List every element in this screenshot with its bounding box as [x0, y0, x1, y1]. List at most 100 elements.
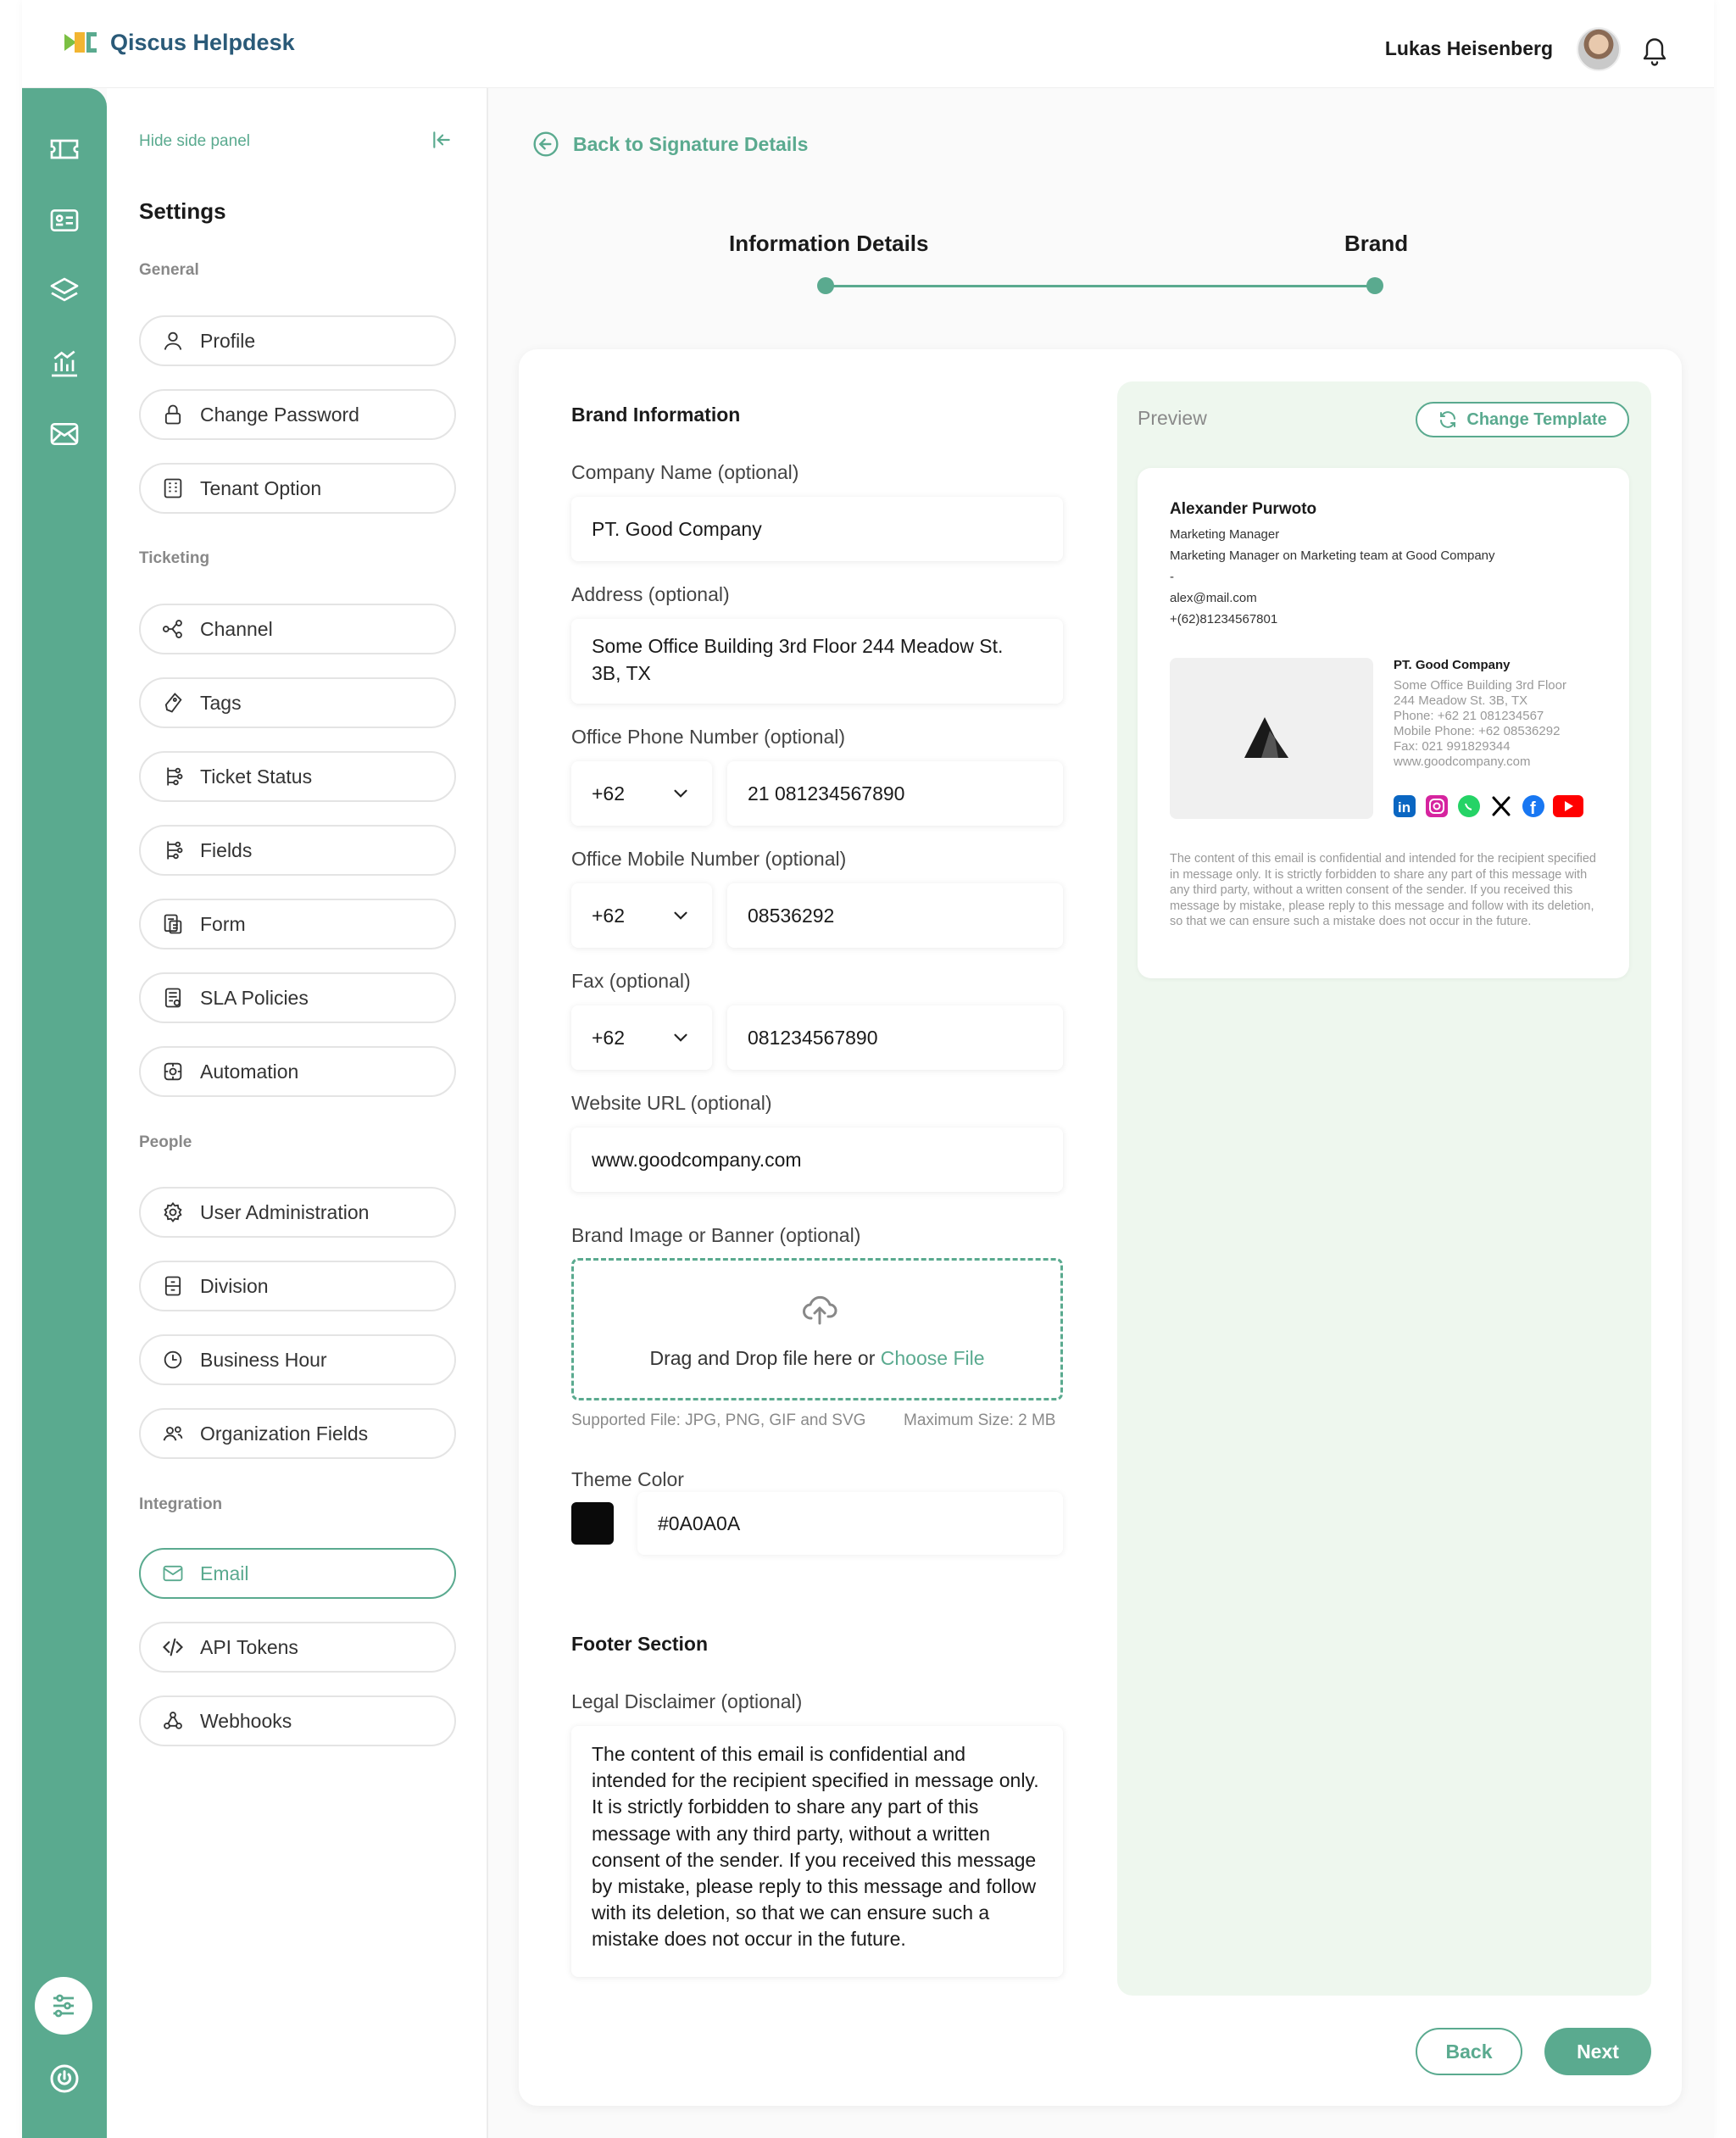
website-label: Website URL (optional)	[571, 1092, 772, 1114]
menu-item-webhooks[interactable]: Webhooks	[139, 1695, 456, 1746]
menu-label: Profile	[200, 329, 256, 352]
signature-phone: +(62)81234567801	[1170, 612, 1278, 626]
building-icon	[161, 476, 185, 500]
chevron-down-icon	[670, 905, 692, 927]
company-name-field[interactable]: PT. Good Company	[571, 497, 1063, 561]
chevron-down-icon	[670, 782, 692, 805]
ticket-icon[interactable]	[47, 132, 81, 166]
instagram-icon[interactable]	[1426, 795, 1448, 817]
supported-files-hint: Supported File: JPG, PNG, GIF and SVG	[571, 1411, 866, 1429]
avatar[interactable]	[1577, 27, 1621, 71]
country-code: +62	[592, 782, 626, 805]
brand-image-placeholder	[1170, 658, 1373, 819]
menu-item-fields[interactable]: Fields	[139, 825, 456, 876]
menu-item-user-administration[interactable]: User Administration	[139, 1187, 456, 1238]
next-button[interactable]: Next	[1544, 2028, 1651, 2075]
change-template-button[interactable]: Change Template	[1416, 402, 1629, 437]
menu-label: Channel	[200, 617, 273, 640]
office-mobile-field[interactable]: 08536292	[727, 883, 1063, 948]
menu-item-profile[interactable]: Profile	[139, 315, 456, 366]
menu-item-division[interactable]: Division	[139, 1261, 456, 1311]
brand-image-dropzone[interactable]: Drag and Drop file here or Choose File	[571, 1258, 1063, 1400]
linkedin-icon[interactable]: in	[1394, 795, 1416, 817]
office-phone-country-select[interactable]: +62	[571, 761, 712, 826]
address-field[interactable]: Some Office Building 3rd Floor 244 Meado…	[571, 619, 1063, 704]
settings-title: Settings	[139, 198, 226, 224]
x-icon[interactable]	[1490, 795, 1512, 817]
section-people: People	[139, 1133, 192, 1151]
signature-name: Alexander Purwoto	[1170, 500, 1317, 518]
company-name-label: Company Name (optional)	[571, 461, 799, 483]
analytics-icon[interactable]	[47, 346, 81, 380]
layers-icon[interactable]	[47, 275, 81, 309]
svg-text:f: f	[1530, 799, 1536, 817]
brand-name: Qiscus Helpdesk	[110, 29, 295, 55]
brand-information-title: Brand Information	[571, 404, 741, 426]
youtube-icon[interactable]	[1553, 795, 1583, 817]
menu-item-api-tokens[interactable]: API Tokens	[139, 1622, 456, 1673]
qiscus-logo-icon	[64, 29, 98, 56]
cloud-upload-icon	[799, 1289, 840, 1330]
users-icon	[161, 1422, 185, 1445]
fax-country-select[interactable]: +62	[571, 1005, 712, 1070]
max-size-hint: Maximum Size: 2 MB	[904, 1411, 1056, 1429]
signature-company-details: Some Office Building 3rd Floor 244 Meado…	[1394, 678, 1566, 769]
office-phone-label: Office Phone Number (optional)	[571, 726, 846, 748]
fax-field[interactable]: 081234567890	[727, 1005, 1063, 1070]
hide-side-panel-link[interactable]: Hide side panel	[139, 132, 250, 151]
menu-item-automation[interactable]: Automation	[139, 1046, 456, 1097]
menu-item-email[interactable]: Email	[139, 1548, 456, 1599]
office-phone-field[interactable]: 21 081234567890	[727, 761, 1063, 826]
section-integration: Integration	[139, 1495, 223, 1513]
menu-item-organization-fields[interactable]: Organization Fields	[139, 1408, 456, 1459]
menu-label: Automation	[200, 1060, 299, 1083]
signature-disclaimer: The content of this email is confidentia…	[1170, 852, 1596, 928]
office-mobile-label: Office Mobile Number (optional)	[571, 848, 847, 870]
brand[interactable]: Qiscus Helpdesk	[64, 29, 295, 56]
icon-rail	[22, 88, 107, 2138]
back-button[interactable]: Back	[1416, 2028, 1522, 2075]
step-brand[interactable]: Brand	[1344, 231, 1408, 257]
collapse-panel-icon[interactable]	[431, 129, 453, 151]
theme-color-field[interactable]: #0A0A0A	[637, 1492, 1063, 1555]
settings-sliders-icon[interactable]	[35, 1977, 92, 2035]
user-name[interactable]: Lukas Heisenberg	[1385, 37, 1553, 60]
contact-card-icon[interactable]	[47, 203, 81, 237]
form-icon	[161, 912, 185, 936]
menu-label: Division	[200, 1274, 269, 1297]
fields-icon	[161, 838, 185, 862]
step-dot-1	[817, 277, 834, 294]
menu-label: SLA Policies	[200, 986, 309, 1009]
menu-label: Email	[200, 1562, 249, 1584]
bell-icon[interactable]	[1639, 34, 1670, 68]
country-code: +62	[592, 904, 626, 927]
step-information-details[interactable]: Information Details	[729, 231, 928, 257]
back-to-signature-details-link[interactable]: Back to Signature Details	[532, 131, 808, 158]
menu-item-tenant-option[interactable]: Tenant Option	[139, 463, 456, 514]
email-icon[interactable]	[47, 417, 81, 451]
whatsapp-icon[interactable]	[1458, 795, 1480, 817]
theme-color-swatch[interactable]	[571, 1502, 614, 1545]
menu-item-business-hour[interactable]: Business Hour	[139, 1334, 456, 1385]
website-field[interactable]: www.goodcompany.com	[571, 1127, 1063, 1192]
menu-label: Business Hour	[200, 1348, 327, 1371]
power-icon[interactable]	[47, 2062, 81, 2096]
country-code: +62	[592, 1026, 626, 1049]
facebook-icon[interactable]: f	[1522, 795, 1544, 817]
choose-file-link[interactable]: Choose File	[881, 1347, 985, 1369]
division-icon	[161, 1274, 185, 1298]
signature-email: alex@mail.com	[1170, 591, 1257, 605]
menu-item-tags[interactable]: Tags	[139, 677, 456, 728]
menu-item-channel[interactable]: Channel	[139, 604, 456, 654]
office-mobile-country-select[interactable]: +62	[571, 883, 712, 948]
menu-item-ticket-status[interactable]: Ticket Status	[139, 751, 456, 802]
step-dot-2	[1366, 277, 1383, 294]
signature-subtitle: Marketing Manager on Marketing team at G…	[1170, 548, 1495, 563]
tag-icon	[161, 691, 185, 715]
arrow-left-circle-icon	[532, 131, 559, 158]
menu-item-form[interactable]: Form	[139, 899, 456, 949]
legal-disclaimer-field[interactable]: The content of this email is confidentia…	[571, 1726, 1063, 1977]
address-label: Address (optional)	[571, 583, 730, 605]
menu-item-change-password[interactable]: Change Password	[139, 389, 456, 440]
menu-item-sla-policies[interactable]: SLA Policies	[139, 972, 456, 1023]
